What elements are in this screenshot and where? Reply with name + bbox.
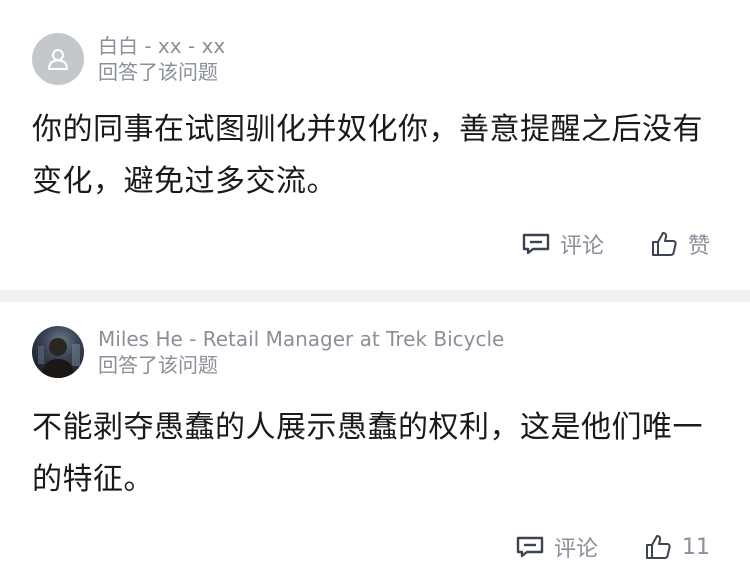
like-button[interactable]: 11 (644, 533, 710, 561)
comment-button[interactable]: 评论 (522, 228, 604, 260)
answer-action-text: 回答了该问题 (98, 353, 218, 377)
comment-button[interactable]: 评论 (516, 531, 598, 563)
author-meta: 白白 - xx - xx 回答了该问题 (98, 33, 225, 85)
answer-author[interactable]: Miles He - Retail Manager at Trek Bicycl… (32, 326, 504, 378)
comment-icon (522, 232, 550, 256)
user-photo (38, 338, 80, 378)
author-name[interactable]: 白白 - xx - xx (98, 33, 225, 59)
avatar[interactable] (32, 33, 84, 85)
answer-action-text: 回答了该问题 (98, 60, 218, 84)
like-count: 11 (682, 534, 710, 560)
answer-content[interactable]: 你的同事在试图驯化并奴化你，善意提醒之后没有变化，避免过多交流。 (32, 104, 722, 208)
avatar[interactable] (32, 326, 84, 378)
answer-card: 白白 - xx - xx 回答了该问题 你的同事在试图驯化并奴化你，善意提醒之后… (0, 0, 750, 290)
like-button[interactable]: 赞 (650, 228, 710, 260)
answer-actions: 评论 赞 (522, 228, 710, 260)
comment-label: 评论 (553, 537, 598, 562)
answer-actions: 评论 11 (516, 531, 710, 563)
answer-author[interactable]: 白白 - xx - xx 回答了该问题 (32, 33, 225, 85)
author-meta: Miles He - Retail Manager at Trek Bicycl… (98, 326, 504, 378)
author-name[interactable]: Miles He - Retail Manager at Trek Bicycl… (98, 326, 504, 352)
thumbs-up-icon (650, 230, 678, 258)
thumbs-up-icon (644, 533, 672, 561)
comment-icon (516, 535, 544, 559)
answer-divider (0, 290, 750, 302)
person-icon (48, 49, 68, 70)
comment-label: 评论 (559, 234, 604, 259)
like-label: 赞 (687, 234, 710, 259)
answer-card: Miles He - Retail Manager at Trek Bicycl… (0, 302, 750, 586)
answer-content[interactable]: 不能剥夺愚蠢的人展示愚蠢的权利，这是他们唯一的特征。 (32, 402, 722, 506)
